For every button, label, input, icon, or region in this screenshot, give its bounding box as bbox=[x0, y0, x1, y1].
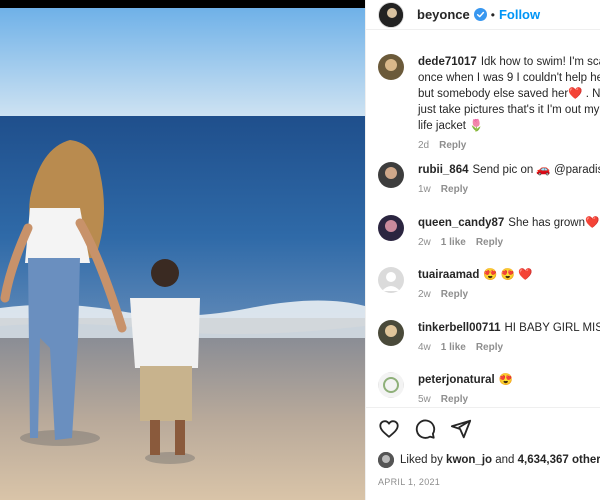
reply-button[interactable]: Reply bbox=[476, 342, 503, 353]
comment-time: 2w bbox=[418, 289, 431, 300]
comment-time: 5w bbox=[418, 394, 431, 405]
reply-button[interactable]: Reply bbox=[441, 289, 468, 300]
author-avatar[interactable] bbox=[378, 1, 404, 28]
commenter-avatar[interactable] bbox=[378, 320, 404, 346]
comment-text: Idk how to swim! I'm scared bbox=[480, 56, 600, 68]
reply-button[interactable]: Reply bbox=[441, 394, 468, 405]
comment-likes[interactable]: 1 like bbox=[441, 342, 466, 353]
comment-username[interactable]: tuairaamad bbox=[418, 269, 479, 281]
post-date[interactable]: APRIL 1, 2021 bbox=[378, 477, 440, 487]
comment-text-line: once when I was 9 I couldn't help her bbox=[418, 72, 600, 84]
author-username[interactable]: beyonce bbox=[417, 7, 470, 22]
comment-text: Send pic on 🚗 @paradise_ bbox=[472, 164, 600, 176]
comment-text: 😍 😍 ❤️ bbox=[483, 269, 533, 281]
likes-count[interactable]: 4,634,367 others bbox=[518, 454, 600, 466]
commenter-avatar[interactable] bbox=[378, 267, 404, 293]
likes-summary: Liked by kwon_jo and 4,634,367 others bbox=[378, 452, 600, 468]
comment-time: 2d bbox=[418, 140, 430, 151]
comment-text-line: but somebody else saved her❤️ . Never bbox=[418, 88, 600, 100]
commenter-avatar[interactable] bbox=[378, 215, 404, 241]
comment-meta: 1w Reply bbox=[418, 182, 600, 198]
comment-username[interactable]: rubii_864 bbox=[418, 164, 469, 176]
post-header: beyonce • Follow bbox=[366, 0, 600, 30]
liker-username[interactable]: kwon_jo bbox=[446, 454, 492, 466]
comment-username[interactable]: peterjonatural bbox=[418, 374, 495, 386]
comment-time: 4w bbox=[418, 342, 431, 353]
share-icon[interactable] bbox=[450, 418, 472, 440]
comment-meta: 4w 1 like Reply bbox=[418, 340, 600, 356]
reply-button[interactable]: Reply bbox=[476, 237, 503, 248]
comment-meta: 2w Reply bbox=[418, 287, 600, 303]
comment-meta: 2d Reply bbox=[418, 138, 600, 154]
comment-likes[interactable]: 1 like bbox=[441, 237, 466, 248]
liked-by-and: and bbox=[495, 454, 515, 466]
reply-button[interactable]: Reply bbox=[441, 184, 468, 195]
comment-meta: 5w Reply bbox=[418, 392, 600, 407]
liker-avatar[interactable] bbox=[378, 452, 394, 468]
comment-username[interactable]: tinkerbell00711 bbox=[418, 322, 500, 334]
reply-button[interactable]: Reply bbox=[439, 140, 466, 151]
heart-icon[interactable] bbox=[378, 418, 400, 440]
separator-dot: • bbox=[490, 7, 495, 22]
commenter-avatar[interactable] bbox=[378, 162, 404, 188]
comment-text: HI BABY GIRL MISSBLUE bbox=[504, 322, 600, 334]
comment-time: 2w bbox=[418, 237, 431, 248]
comment-time: 1w bbox=[418, 184, 431, 195]
comment-text-line: just take pictures that's it I'm out my … bbox=[418, 104, 600, 116]
post-actions: Liked by kwon_jo and 4,634,367 others AP… bbox=[366, 407, 600, 500]
commenter-avatar[interactable] bbox=[378, 372, 404, 398]
comment-meta: 2w 1 like Reply bbox=[418, 235, 600, 251]
commenter-avatar[interactable] bbox=[378, 54, 404, 80]
comment-icon[interactable] bbox=[414, 418, 436, 440]
verified-badge-icon bbox=[473, 8, 487, 21]
comment-text: 😍 bbox=[498, 374, 514, 386]
comment-username[interactable]: queen_candy87 bbox=[418, 217, 504, 229]
liked-by-prefix: Liked by bbox=[400, 454, 443, 466]
comment-text: She has grown❤️ bbox=[508, 217, 600, 229]
comment-username[interactable]: dede71017 bbox=[418, 56, 477, 68]
post-side-panel: beyonce • Follow dede71017 Idk how to swi… bbox=[365, 0, 600, 500]
beach-scene-image bbox=[0, 8, 365, 500]
post-photo[interactable] bbox=[0, 8, 365, 500]
comment-text-line: life jacket 🌷 bbox=[418, 120, 484, 132]
comments-list[interactable]: dede71017Idk how to swim! I'm scared onc… bbox=[366, 31, 600, 407]
follow-button[interactable]: Follow bbox=[499, 7, 540, 22]
